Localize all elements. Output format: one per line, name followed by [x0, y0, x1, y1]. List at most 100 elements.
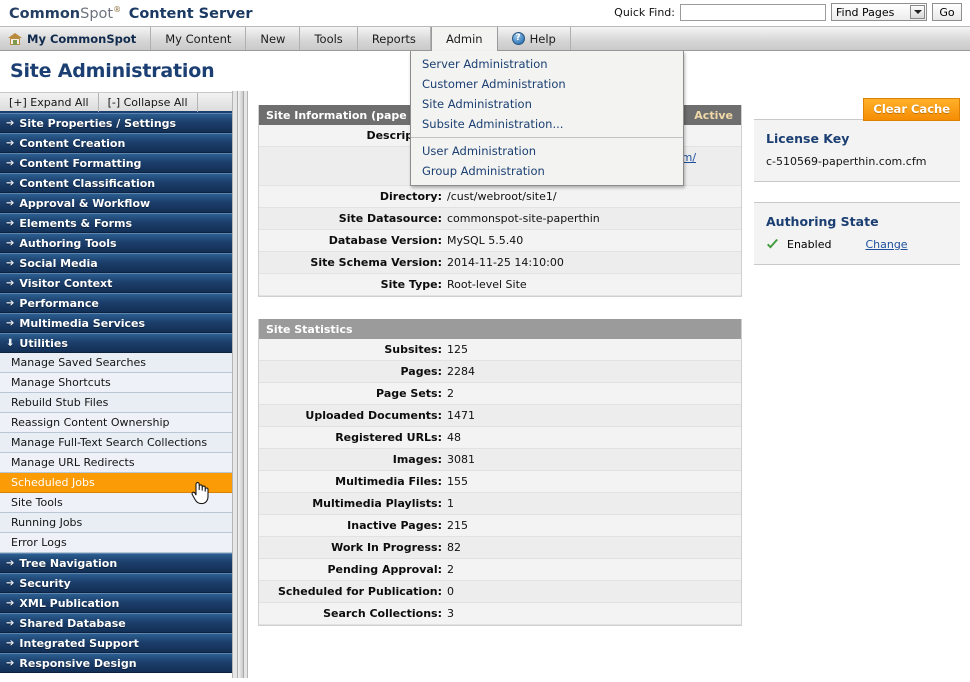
sidebar-item-error-logs[interactable]: Error Logs — [0, 533, 232, 553]
nav-tab-my-commonspot[interactable]: My CommonSpot — [0, 27, 152, 50]
quick-find-go-button[interactable]: Go — [932, 3, 962, 21]
sidebar-item-label: Rebuild Stub Files — [11, 396, 109, 409]
panel-splitter[interactable] — [232, 91, 248, 678]
data-row: Pages: 2284 — [259, 361, 741, 383]
row-value-pages: 2284 — [447, 361, 741, 382]
sidebar-item-rebuild-stub-files[interactable]: Rebuild Stub Files — [0, 393, 232, 413]
site-statistics-panel: Site Statistics Subsites: 125 Pages: 2284 Pa… — [258, 319, 742, 626]
sidebar-group-label: XML Publication — [19, 596, 120, 610]
arrow-right-icon: ➔ — [6, 117, 15, 129]
sidebar-item-reassign-content-ownership[interactable]: Reassign Content Ownership — [0, 413, 232, 433]
nav-tab-new[interactable]: New — [246, 27, 301, 50]
sidebar-group-xml-publication[interactable]: ➔ XML Publication — [0, 593, 232, 613]
sidebar-item-running-jobs[interactable]: Running Jobs — [0, 513, 232, 533]
sidebar-item-label: Reassign Content Ownership — [11, 416, 170, 429]
sidebar-item-manage-full-text-search-collections[interactable]: Manage Full-Text Search Collections — [0, 433, 232, 453]
row-label-site-schema-version: Site Schema Version: — [310, 256, 442, 269]
sidebar-item-manage-saved-searches[interactable]: Manage Saved Searches — [0, 353, 232, 373]
clear-cache-button[interactable]: Clear Cache — [863, 97, 960, 121]
admin-menu-item-group-administration[interactable]: Group Administration — [411, 161, 683, 181]
sidebar-group-tree-navigation[interactable]: ➔ Tree Navigation — [0, 553, 232, 573]
sidebar-group-authoring-tools[interactable]: ➔ Authoring Tools — [0, 233, 232, 253]
sidebar-item-scheduled-jobs[interactable]: Scheduled Jobs — [0, 473, 232, 493]
sidebar-group-content-classification[interactable]: ➔ Content Classification — [0, 173, 232, 193]
nav-tab-admin[interactable]: Admin — [430, 27, 498, 51]
row-label-directory: Directory: — [379, 190, 442, 203]
sidebar-group-label: Visitor Context — [19, 276, 113, 290]
registered-mark-icon: ® — [113, 5, 122, 14]
sidebar-group-utilities[interactable]: ⬇ Utilities — [0, 333, 232, 353]
sidebar-group-content-formatting[interactable]: ➔ Content Formatting — [0, 153, 232, 173]
arrow-right-icon: ➔ — [6, 557, 15, 569]
home-icon — [8, 32, 22, 45]
sidebar-group-responsive-design[interactable]: ➔ Responsive Design — [0, 653, 232, 673]
row-value-site-schema-version: 2014-11-25 14:10:00 — [447, 252, 741, 273]
chevron-down-icon — [910, 5, 925, 19]
sidebar-group-multimedia-services[interactable]: ➔ Multimedia Services — [0, 313, 232, 333]
sidebar-group-shared-database[interactable]: ➔ Shared Database — [0, 613, 232, 633]
authoring-state-row: Enabled Change — [766, 238, 950, 251]
row-label-site-type: Site Type: — [380, 278, 442, 291]
row-value-multimedia-files: 155 — [447, 471, 741, 492]
admin-menu-item-user-administration[interactable]: User Administration — [411, 141, 683, 161]
nav-tab-tools[interactable]: Tools — [300, 27, 358, 50]
help-icon: ? — [511, 32, 525, 45]
sidebar-group-label: Multimedia Services — [19, 316, 146, 330]
sidebar-group-label: Performance — [19, 296, 99, 310]
nav-tab-help[interactable]: ? Help — [498, 27, 571, 50]
sidebar-group-performance[interactable]: ➔ Performance — [0, 293, 232, 313]
nav-tab-label: My CommonSpot — [27, 31, 137, 46]
row-label-uploaded-documents: Uploaded Documents: — [305, 409, 442, 422]
row-label-subsites: Subsites: — [384, 343, 442, 356]
sidebar-group-integrated-support[interactable]: ➔ Integrated Support — [0, 633, 232, 653]
admin-menu-item-server-administration[interactable]: Server Administration — [411, 54, 683, 74]
expand-all-button[interactable]: [+] Expand All — [0, 92, 99, 112]
sidebar-group-site-properties-settings[interactable]: ➔ Site Properties / Settings — [0, 113, 232, 133]
row-value-text: commonspot-site-paperthin — [447, 212, 600, 225]
row-value-text: 2014-11-25 14:10:00 — [447, 256, 564, 269]
nav-tab-reports[interactable]: Reports — [358, 27, 431, 50]
admin-menu-item-site-administration[interactable]: Site Administration — [411, 94, 683, 114]
nav-tab-my-content[interactable]: My Content — [151, 27, 247, 50]
row-label-site-datasource: Site Datasource: — [338, 212, 442, 225]
sidebar-item-manage-url-redirects[interactable]: Manage URL Redirects — [0, 453, 232, 473]
sidebar-group-social-media[interactable]: ➔ Social Media — [0, 253, 232, 273]
sidebar-group-security[interactable]: ➔ Security — [0, 573, 232, 593]
sidebar-item-manage-shortcuts[interactable]: Manage Shortcuts — [0, 373, 232, 393]
content-right-column: Clear Cache License Key c-510569-paperth… — [742, 91, 970, 678]
admin-menu-item-subsite-administration[interactable]: Subsite Administration... — [411, 114, 683, 134]
quick-find-scope-select[interactable]: Find Pages — [831, 3, 927, 21]
sidebar-group-visitor-context[interactable]: ➔ Visitor Context — [0, 273, 232, 293]
data-row: Work In Progress: 82 — [259, 537, 741, 559]
arrow-right-icon: ➔ — [6, 257, 15, 269]
product-logo: CommonSpot® Content Server — [9, 5, 253, 22]
sidebar-group-content-creation[interactable]: ➔ Content Creation — [0, 133, 232, 153]
quick-find-input[interactable] — [680, 3, 826, 21]
nav-tab-label: Admin — [445, 31, 483, 46]
row-label-images: Images: — [392, 453, 442, 466]
row-value-work-in-progress: 82 — [447, 537, 741, 558]
data-row: Multimedia Files: 155 — [259, 471, 741, 493]
sidebar-item-site-tools[interactable]: Site Tools — [0, 493, 232, 513]
license-key-value: c-510569-paperthin.com.cfm — [766, 155, 927, 168]
main-navigation: My CommonSpot My Content New Tools Repor… — [0, 27, 970, 51]
quick-find-group: Quick Find: Find Pages Go — [614, 3, 962, 21]
sidebar-item-label: Manage Saved Searches — [11, 356, 146, 369]
data-row: Search Collections: 3 — [259, 603, 741, 625]
sidebar-toolbar: [+] Expand All [-] Collapse All — [0, 92, 232, 113]
sidebar-group-elements-forms[interactable]: ➔ Elements & Forms — [0, 213, 232, 233]
collapse-all-button[interactable]: [-] Collapse All — [99, 92, 198, 112]
row-value-site-datasource: commonspot-site-paperthin — [447, 208, 741, 229]
row-value-text: 2 — [447, 563, 454, 576]
data-row: Inactive Pages: 215 — [259, 515, 741, 537]
license-key-panel: License Key c-510569-paperthin.com.cfm — [754, 119, 960, 182]
site-information-title: Site Information (pape — [266, 108, 407, 122]
authoring-state-heading: Authoring State — [766, 214, 879, 229]
admin-menu-item-customer-administration[interactable]: Customer Administration — [411, 74, 683, 94]
row-value-text: Root-level Site — [447, 278, 527, 291]
data-row: Pending Approval: 2 — [259, 559, 741, 581]
sidebar-item-label: Manage URL Redirects — [11, 456, 135, 469]
sidebar-group-approval-workflow[interactable]: ➔ Approval & Workflow — [0, 193, 232, 213]
row-value-text: /cust/webroot/site1/ — [447, 190, 557, 203]
authoring-state-change-link[interactable]: Change — [865, 238, 907, 251]
